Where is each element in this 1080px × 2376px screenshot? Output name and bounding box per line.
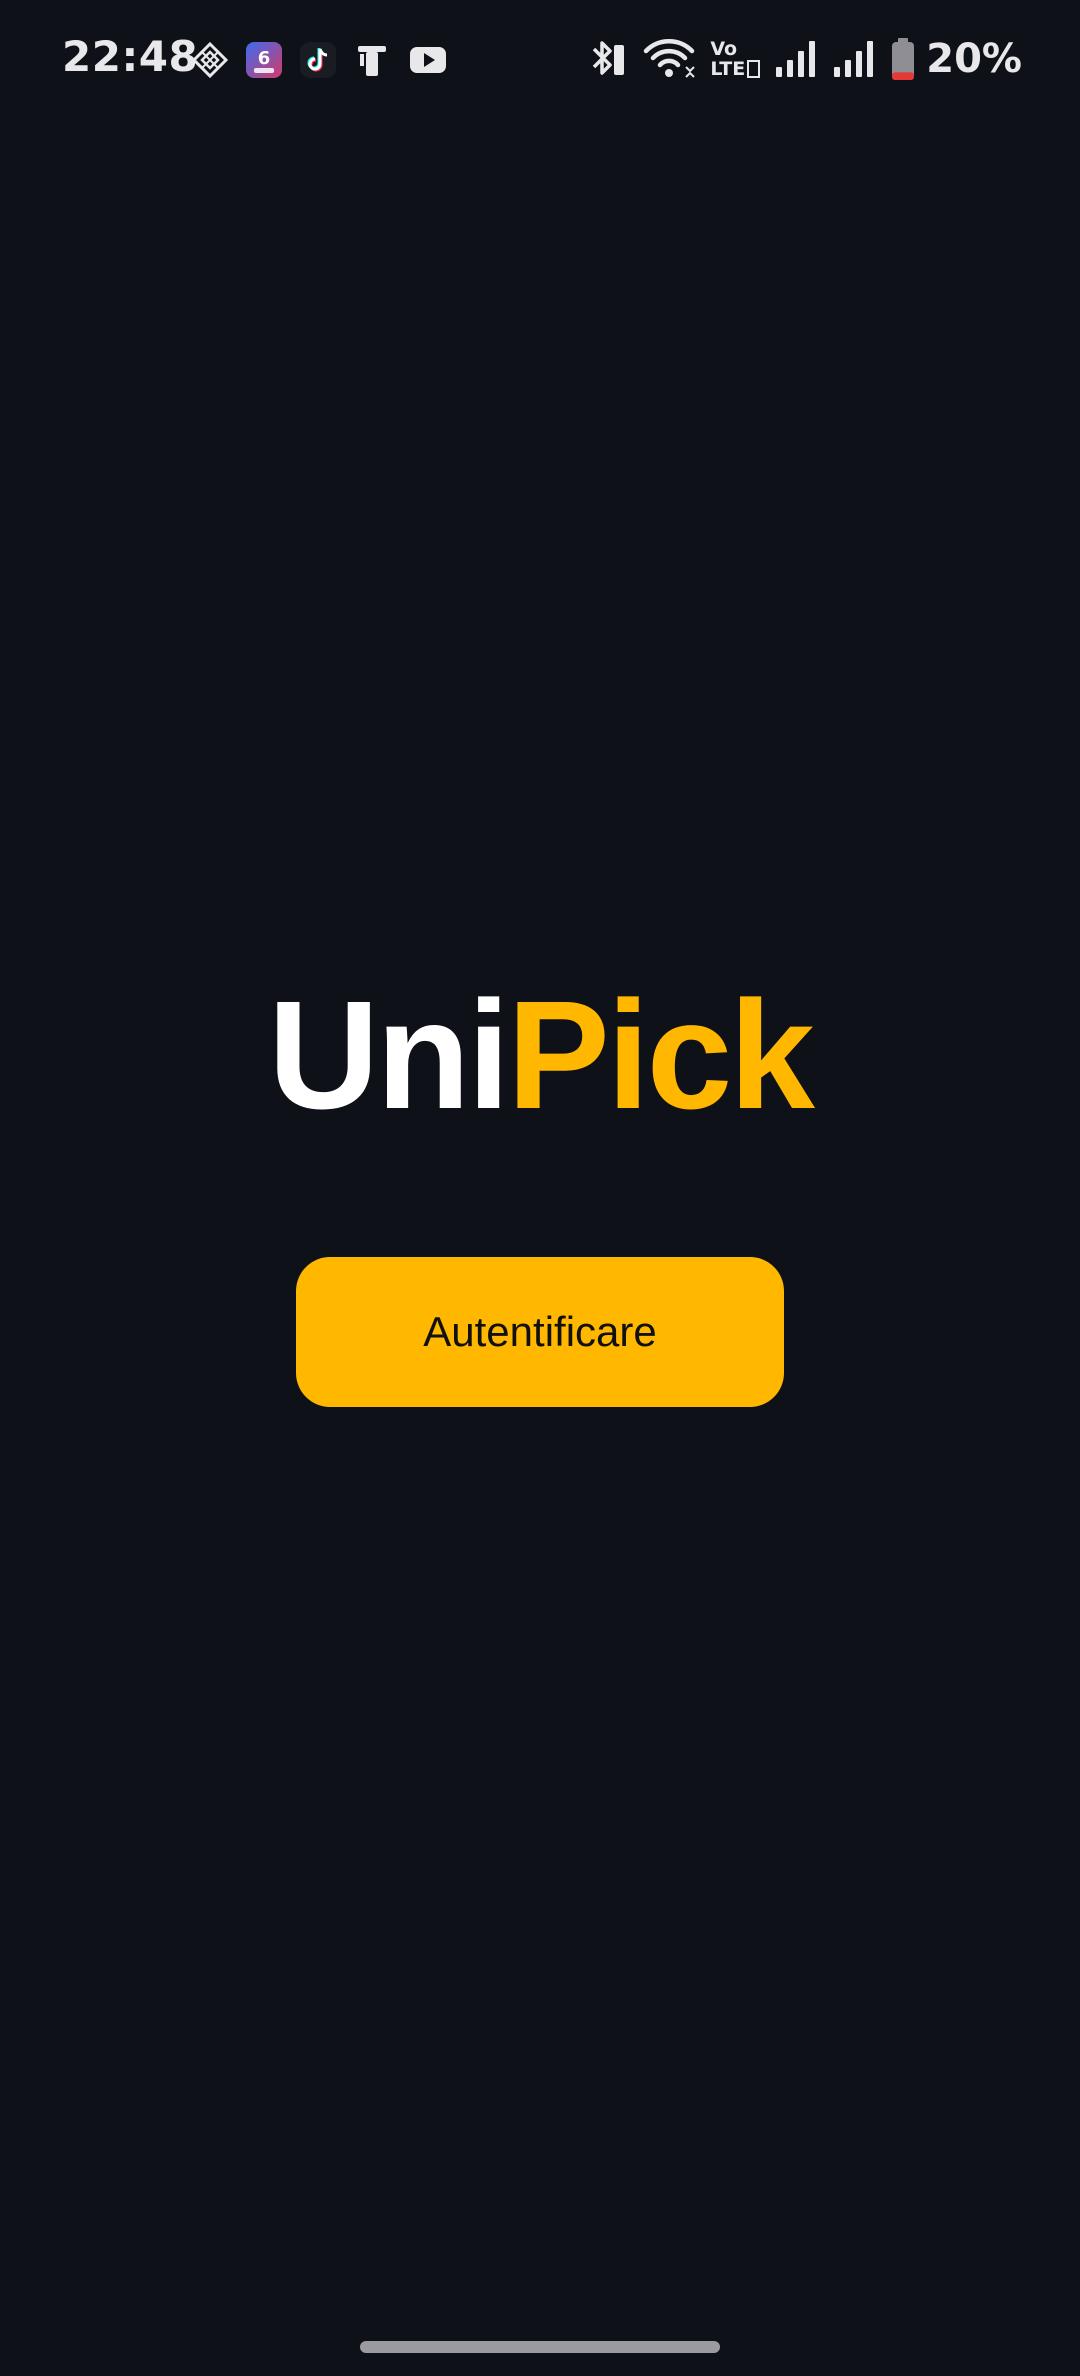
logo-text-pick: Pick: [507, 969, 815, 1141]
signal-icon: [776, 41, 816, 77]
signal-icon: [834, 41, 874, 77]
bluetooth-icon: [593, 41, 625, 75]
app-logo: UniPick: [0, 970, 1080, 1140]
volte-label-bottom: LTE: [710, 58, 761, 80]
vpn-diamond-icon: [191, 41, 229, 79]
app-screen: 22:48 6 Vo LTE 20% UniPick Autentificare: [0, 0, 1080, 2376]
volte-box-icon: [747, 60, 761, 78]
app-six-icon: 6: [246, 42, 282, 78]
volte-icon: Vo LTE: [710, 38, 761, 80]
tiktok-icon: [300, 42, 336, 78]
logo-text-uni: Uni: [268, 969, 510, 1141]
authenticate-button[interactable]: Autentificare: [296, 1257, 784, 1407]
volte-label-top: Vo: [710, 38, 738, 60]
youtube-icon: [410, 47, 446, 73]
system-icons: Vo LTE 20%: [586, 34, 1022, 84]
status-time: 22:48: [62, 32, 199, 81]
battery-percent: 20%: [926, 36, 1022, 82]
notification-icons: 6: [190, 38, 450, 82]
svg-text:6: 6: [258, 48, 271, 69]
wifi-icon: [644, 39, 696, 78]
status-bar: 22:48 6 Vo LTE 20%: [0, 0, 1080, 118]
battery-icon: [892, 38, 915, 80]
home-gesture-bar[interactable]: [360, 2341, 720, 2353]
cast-icon: [358, 46, 386, 76]
volte-label-bottom-text: LTE: [710, 58, 746, 80]
